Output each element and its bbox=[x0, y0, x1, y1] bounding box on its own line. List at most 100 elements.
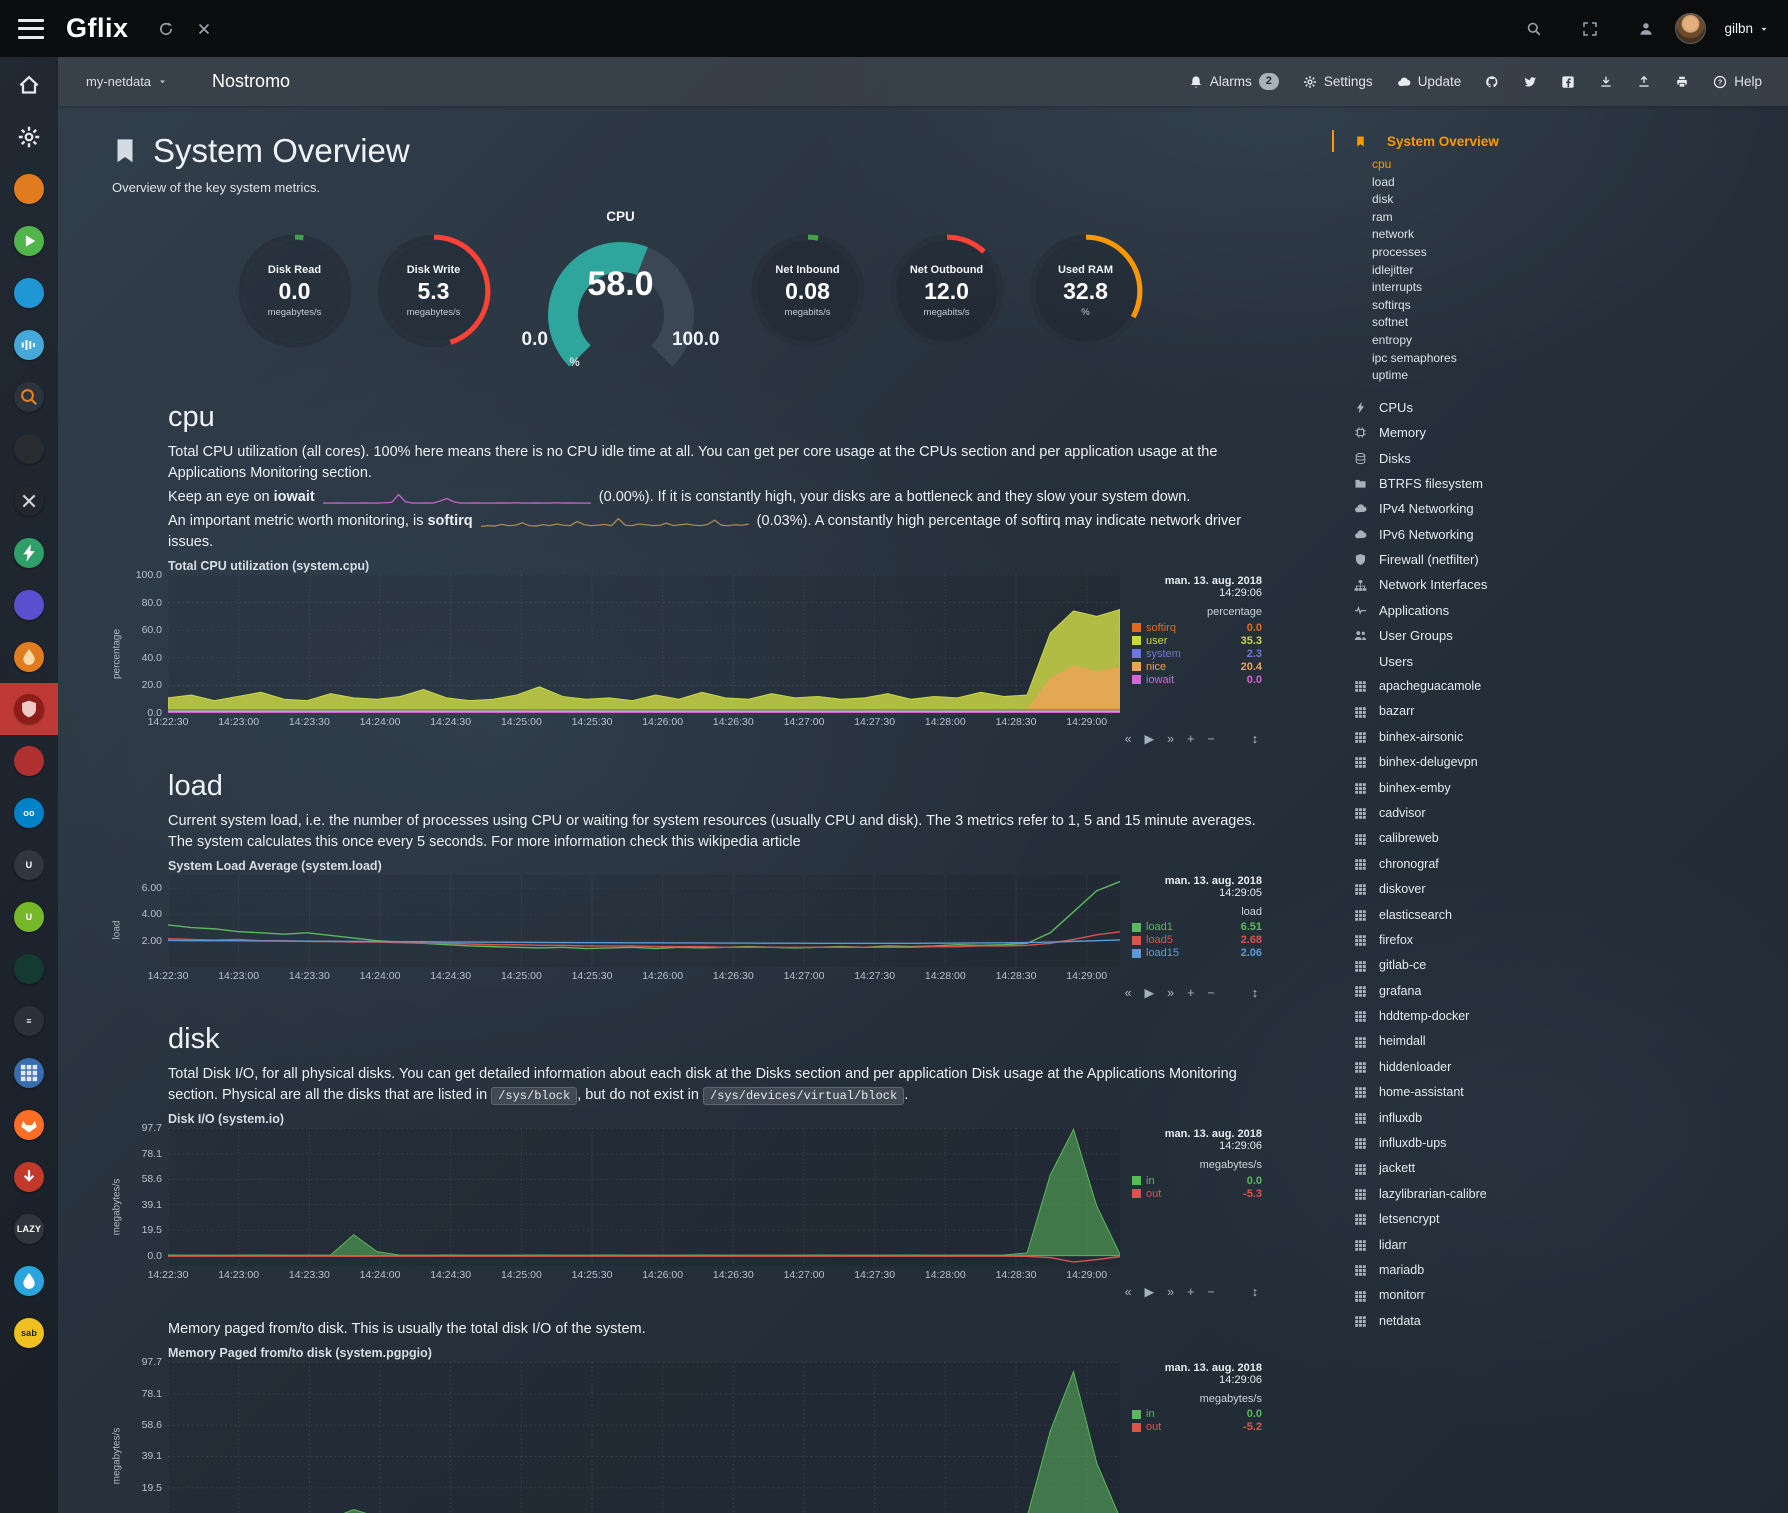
avatar[interactable] bbox=[1675, 13, 1706, 44]
menu-app-binhex-airsonic[interactable]: binhex-airsonic bbox=[1352, 725, 1778, 750]
menu-app-letsencrypt[interactable]: letsencrypt bbox=[1352, 1207, 1778, 1232]
sidebar-app-3[interactable] bbox=[0, 163, 58, 215]
app-title[interactable]: Gflix bbox=[66, 13, 129, 44]
menu-sub-softirqs[interactable]: softirqs bbox=[1372, 297, 1778, 315]
chart-zoom-out-icon[interactable]: − bbox=[1207, 987, 1214, 1000]
sidebar-app-20[interactable] bbox=[0, 1047, 58, 1099]
sidebar-app-2[interactable] bbox=[0, 111, 58, 163]
sidebar-app-8[interactable] bbox=[0, 423, 58, 475]
sidebar-app-11[interactable] bbox=[0, 579, 58, 631]
menu-app-jackett[interactable]: jackett bbox=[1352, 1156, 1778, 1181]
print-button[interactable] bbox=[1675, 75, 1689, 89]
menu-app-binhex-emby[interactable]: binhex-emby bbox=[1352, 776, 1778, 801]
search-icon[interactable] bbox=[1523, 18, 1545, 40]
menu-section-btrfs-filesystem[interactable]: BTRFS filesystem bbox=[1352, 471, 1778, 496]
chart-zoom-out-icon[interactable]: − bbox=[1207, 1286, 1214, 1299]
sidebar-app-23[interactable]: LAZY bbox=[0, 1203, 58, 1255]
sidebar-app-10[interactable] bbox=[0, 527, 58, 579]
chart-zoom-in-icon[interactable]: + bbox=[1187, 1286, 1194, 1299]
menu-app-binhex-delugevpn[interactable]: binhex-delugevpn bbox=[1352, 750, 1778, 775]
sidebar-app-15[interactable]: oo bbox=[0, 787, 58, 839]
menu-app-calibreweb[interactable]: calibreweb bbox=[1352, 826, 1778, 851]
chart-play-icon[interactable]: ▶ bbox=[1145, 733, 1155, 746]
chart-pan-forward-icon[interactable]: » bbox=[1167, 1286, 1174, 1299]
import-button[interactable] bbox=[1599, 75, 1613, 89]
chart-pan-forward-icon[interactable]: » bbox=[1167, 987, 1174, 1000]
legend-out[interactable]: out-5.2 bbox=[1132, 1421, 1262, 1434]
menu-section-ipv4-networking[interactable]: IPv4 Networking bbox=[1352, 496, 1778, 521]
sidebar-app-7[interactable] bbox=[0, 371, 58, 423]
refresh-icon[interactable] bbox=[155, 18, 177, 40]
chart-pan-backward-icon[interactable]: « bbox=[1125, 1286, 1132, 1299]
help-button[interactable]: ? Help bbox=[1713, 74, 1762, 89]
menu-app-mariadb[interactable]: mariadb bbox=[1352, 1258, 1778, 1283]
legend-in[interactable]: in0.0 bbox=[1132, 1408, 1262, 1421]
github-button[interactable] bbox=[1485, 75, 1499, 89]
disk-chart-plot[interactable] bbox=[168, 1128, 1120, 1266]
legend-load1[interactable]: load16.51 bbox=[1132, 921, 1262, 934]
server-dropdown[interactable]: my-netdata bbox=[86, 74, 168, 89]
chart-zoom-out-icon[interactable]: − bbox=[1207, 733, 1214, 746]
chart-resize-handle[interactable]: ↕ bbox=[1252, 1286, 1258, 1299]
gauge-disk-write[interactable]: Disk Write5.3megabytes/s bbox=[373, 218, 495, 368]
menu-sub-entropy[interactable]: entropy bbox=[1372, 332, 1778, 350]
menu-sub-softnet[interactable]: softnet bbox=[1372, 314, 1778, 332]
sidebar-app-9[interactable] bbox=[0, 475, 58, 527]
menu-app-gitlab-ce[interactable]: gitlab-ce bbox=[1352, 953, 1778, 978]
sidebar-app-6[interactable] bbox=[0, 319, 58, 371]
menu-section-cpus[interactable]: CPUs bbox=[1352, 395, 1778, 420]
menu-app-firefox[interactable]: firefox bbox=[1352, 928, 1778, 953]
chart-resize-handle[interactable]: ↕ bbox=[1252, 733, 1258, 746]
menu-section-ipv6-networking[interactable]: IPv6 Networking bbox=[1352, 522, 1778, 547]
menu-icon[interactable] bbox=[18, 19, 44, 39]
menu-section-users[interactable]: Users bbox=[1352, 649, 1778, 674]
sidebar-app-12[interactable] bbox=[0, 631, 58, 683]
chart-resize-handle[interactable]: ↕ bbox=[1252, 987, 1258, 1000]
legend-in[interactable]: in0.0 bbox=[1132, 1174, 1262, 1187]
menu-sub-network[interactable]: network bbox=[1372, 226, 1778, 244]
gauge-disk-read[interactable]: Disk Read0.0megabytes/s bbox=[234, 218, 356, 368]
menu-section-user-groups[interactable]: User Groups bbox=[1352, 623, 1778, 648]
cpu-chart-plot[interactable] bbox=[168, 575, 1120, 713]
menu-app-cadvisor[interactable]: cadvisor bbox=[1352, 801, 1778, 826]
wikipedia-link[interactable]: wikipedia article bbox=[698, 834, 800, 850]
fullscreen-icon[interactable] bbox=[1579, 18, 1601, 40]
menu-sub-idlejitter[interactable]: idlejitter bbox=[1372, 262, 1778, 280]
gauge-net-inbound[interactable]: Net Inbound0.08megabits/s bbox=[747, 218, 869, 368]
chart-pan-backward-icon[interactable]: « bbox=[1125, 987, 1132, 1000]
menu-sub-cpu[interactable]: cpu bbox=[1372, 156, 1778, 174]
settings-button[interactable]: Settings bbox=[1303, 74, 1373, 89]
menu-sub-load[interactable]: load bbox=[1372, 174, 1778, 192]
legend-iowait[interactable]: iowait0.0 bbox=[1132, 673, 1262, 686]
legend-nice[interactable]: nice20.4 bbox=[1132, 660, 1262, 673]
menu-section-applications[interactable]: Applications bbox=[1352, 598, 1778, 623]
chart-pan-backward-icon[interactable]: « bbox=[1125, 733, 1132, 746]
chart-zoom-in-icon[interactable]: + bbox=[1187, 733, 1194, 746]
menu-section-memory[interactable]: Memory bbox=[1352, 420, 1778, 445]
sidebar-app-17[interactable]: U bbox=[0, 891, 58, 943]
legend-system[interactable]: system2.3 bbox=[1132, 647, 1262, 660]
gauge-cpu[interactable]: CPU58.00.0100.0% bbox=[512, 209, 730, 377]
twitter-button[interactable] bbox=[1523, 75, 1537, 89]
menu-app-bazarr[interactable]: bazarr bbox=[1352, 699, 1778, 724]
sidebar-app-5[interactable] bbox=[0, 267, 58, 319]
menu-system-overview[interactable]: System Overview bbox=[1332, 130, 1778, 152]
menu-app-lazylibrarian-calibre[interactable]: lazylibrarian-calibre bbox=[1352, 1182, 1778, 1207]
user-management-icon[interactable] bbox=[1635, 18, 1657, 40]
pgpgio-chart-plot[interactable] bbox=[168, 1362, 1120, 1513]
chart-zoom-in-icon[interactable]: + bbox=[1187, 987, 1194, 1000]
legend-user[interactable]: user35.3 bbox=[1132, 634, 1262, 647]
export-button[interactable] bbox=[1637, 75, 1651, 89]
menu-app-apacheguacamole[interactable]: apacheguacamole bbox=[1352, 674, 1778, 699]
sidebar-app-16[interactable]: U bbox=[0, 839, 58, 891]
gauge-used-ram[interactable]: Used RAM32.8% bbox=[1025, 218, 1147, 368]
menu-sub-uptime[interactable]: uptime bbox=[1372, 367, 1778, 385]
sidebar-app-4[interactable] bbox=[0, 215, 58, 267]
sidebar-app-1[interactable] bbox=[0, 59, 58, 111]
menu-app-elasticsearch[interactable]: elasticsearch bbox=[1352, 903, 1778, 928]
gauge-net-outbound[interactable]: Net Outbound12.0megabits/s bbox=[886, 218, 1008, 368]
sidebar-app-13[interactable] bbox=[0, 683, 58, 735]
menu-section-network-interfaces[interactable]: Network Interfaces bbox=[1352, 572, 1778, 597]
menu-sub-disk[interactable]: disk bbox=[1372, 191, 1778, 209]
chart-play-icon[interactable]: ▶ bbox=[1145, 987, 1155, 1000]
